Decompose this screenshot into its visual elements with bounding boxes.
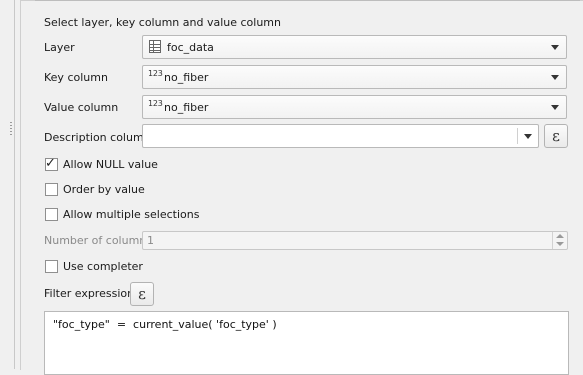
splitter-handle[interactable] (10, 122, 12, 136)
chevron-down-icon (551, 105, 559, 110)
spin-down-icon[interactable] (556, 242, 564, 246)
checkmark-icon: ✓ (45, 156, 56, 171)
combo-separator (517, 128, 518, 144)
allow-null-label: Allow NULL value (63, 158, 158, 171)
description-column-label: Description column (44, 131, 151, 144)
key-column-combo[interactable]: 123 no_fiber (142, 65, 567, 89)
description-expression-button[interactable]: ε (544, 124, 568, 148)
filter-expression-label: Filter expression (44, 287, 135, 300)
allow-null-checkbox[interactable]: ✓ (45, 156, 58, 171)
value-column-combo[interactable]: 123 no_fiber (142, 95, 567, 119)
spin-buttons[interactable] (552, 232, 567, 249)
integer-field-icon: 123 (148, 69, 163, 78)
value-column-label: Value column (44, 101, 119, 114)
value-column-value: no_fiber (164, 101, 209, 114)
integer-field-icon: 123 (148, 99, 163, 108)
number-of-columns-value: 1 (147, 234, 154, 247)
layer-value: foc_data (167, 41, 214, 54)
section-title: Select layer, key column and value colum… (44, 16, 281, 29)
filter-expression-editor[interactable]: "foc_type" = current_value( 'foc_type' ) (44, 311, 569, 375)
allow-multiple-label: Allow multiple selections (63, 208, 200, 221)
number-of-columns-spinbox[interactable]: 1 (142, 231, 568, 250)
layer-combo[interactable]: foc_data (142, 35, 567, 59)
chevron-down-icon (551, 45, 559, 50)
key-column-value: no_fiber (164, 71, 209, 84)
key-column-label: Key column (44, 71, 108, 84)
group-top-border (35, 0, 580, 1)
use-completer-checkbox[interactable] (45, 260, 58, 273)
number-of-columns-label: Number of columns (44, 234, 153, 247)
filter-expression-text[interactable]: "foc_type" = current_value( 'foc_type' ) (53, 318, 277, 331)
filter-expression-button[interactable]: ε (130, 282, 154, 306)
layer-label: Layer (44, 41, 75, 54)
chevron-down-icon (524, 134, 532, 139)
order-by-value-label: Order by value (63, 183, 145, 196)
allow-multiple-checkbox[interactable] (45, 208, 58, 221)
description-column-combo[interactable] (142, 124, 539, 148)
order-by-value-checkbox[interactable] (45, 183, 58, 196)
use-completer-label: Use completer (63, 260, 143, 273)
chevron-down-icon (551, 75, 559, 80)
spin-up-icon[interactable] (556, 234, 564, 238)
table-icon (149, 40, 161, 53)
left-gutter (0, 0, 15, 369)
